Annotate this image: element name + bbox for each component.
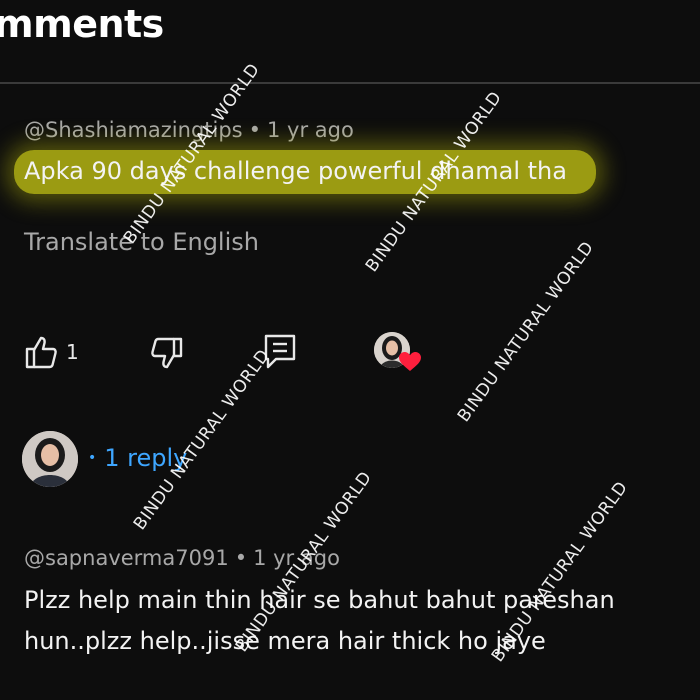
- replies-bullet: •: [88, 450, 97, 466]
- thumbs-up-icon: [25, 336, 57, 369]
- dislike-button[interactable]: [150, 336, 184, 370]
- replier-avatar[interactable]: [22, 431, 78, 487]
- header-divider: [0, 82, 700, 84]
- comment-author[interactable]: @sapnaverma7091: [24, 546, 229, 570]
- comment-text: Apka 90 days challenge powerful dhamal t…: [24, 157, 567, 185]
- comment-time: 1 yr ago: [267, 118, 354, 142]
- like-count: 1: [66, 340, 79, 364]
- comment-meta: @Shashiamazingtips • 1 yr ago: [24, 118, 354, 142]
- heart-icon: [399, 352, 421, 371]
- comments-header-title: mments: [0, 2, 164, 46]
- thumbs-down-icon: [151, 337, 183, 369]
- meta-separator: •: [248, 118, 262, 142]
- like-button[interactable]: 1: [24, 334, 79, 370]
- watermark-text: BINDU NATURAL WORLD: [453, 237, 599, 426]
- meta-separator: •: [234, 546, 248, 570]
- watermark-text: BINDU NATURAL WORLD: [129, 345, 275, 534]
